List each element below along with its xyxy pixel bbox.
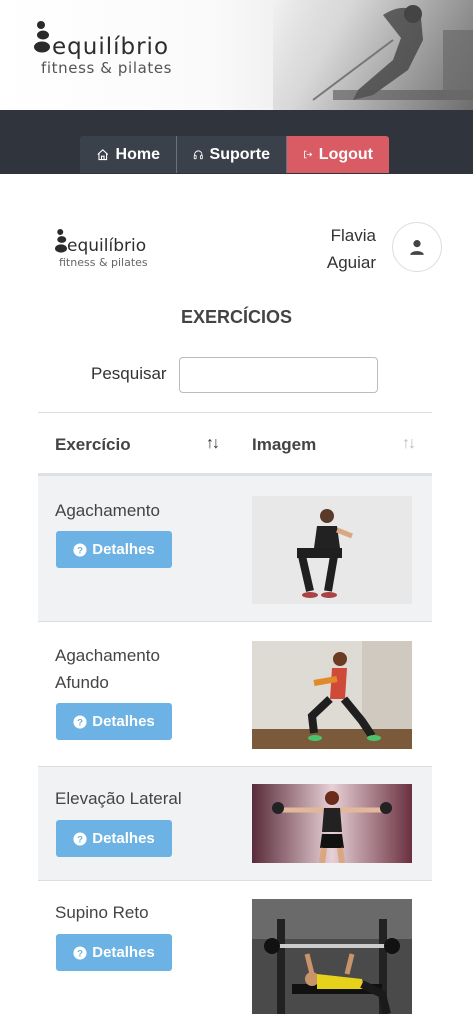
table-row: Supino Reto ? Detalhes: [38, 881, 432, 1014]
details-button[interactable]: ? Detalhes: [56, 820, 172, 857]
brand-name: equilíbrio: [52, 34, 170, 60]
exercises-table: Exercício ↑↓ Imagem ↑↓ Agachamento ? Det…: [38, 412, 432, 1014]
woman-squat-photo: [252, 496, 412, 604]
svg-text:?: ?: [77, 717, 83, 728]
user-first-name: Flavia: [330, 226, 376, 245]
details-label: Detalhes: [92, 944, 155, 961]
logout-icon: [304, 150, 313, 159]
details-button[interactable]: ? Detalhes: [56, 934, 172, 971]
details-label: Detalhes: [92, 541, 155, 558]
search-input[interactable]: [179, 357, 378, 393]
details-label: Detalhes: [92, 830, 155, 847]
page-title: EXERCÍCIOS: [180, 307, 293, 327]
sort-icon[interactable]: ↑↓: [402, 435, 416, 453]
table-row: Elevação Lateral ? Detalhes: [38, 767, 432, 881]
logo-stones-icon: [34, 21, 50, 53]
question-circle-icon: ?: [73, 542, 87, 557]
exercise-name: Agachamento: [55, 501, 160, 520]
svg-text:?: ?: [77, 834, 83, 845]
table-row: Agachamento ? Detalhes: [38, 476, 432, 622]
logo-stones-icon: [55, 229, 67, 253]
logout-label: Logout: [318, 145, 373, 163]
home-label: Home: [115, 145, 160, 163]
svg-text:?: ?: [77, 545, 83, 556]
pilates-banner-photo: [273, 0, 473, 110]
avatar[interactable]: [392, 222, 442, 272]
suporte-label: Suporte: [209, 145, 270, 163]
suporte-button[interactable]: Suporte: [177, 136, 287, 173]
header-banner: equilíbrio fitness & pilates: [0, 0, 473, 110]
brand-tagline-small: fitness & pilates: [59, 256, 148, 269]
user-name: Flavia Aguiar: [327, 222, 376, 276]
exercise-name: Supino Reto: [55, 903, 149, 922]
user-last-name: Aguiar: [326, 253, 376, 272]
brand-tagline: fitness & pilates: [41, 59, 173, 77]
svg-text:?: ?: [77, 948, 83, 959]
home-icon: [97, 149, 109, 161]
logout-button[interactable]: Logout: [287, 136, 389, 173]
home-button[interactable]: Home: [80, 136, 177, 173]
question-circle-icon: ?: [73, 945, 87, 960]
woman-lunge-photo: [252, 641, 412, 749]
details-label: Detalhes: [92, 713, 155, 730]
column-header-imagem[interactable]: Imagem: [252, 435, 316, 455]
brand-name-small: equilíbrio: [67, 236, 147, 256]
table-row: Agachamento Afundo ? Detalhes: [38, 622, 432, 767]
question-circle-icon: ?: [73, 714, 87, 729]
details-button[interactable]: ? Detalhes: [56, 531, 172, 568]
user-icon: [410, 240, 424, 255]
table-header: Exercício ↑↓ Imagem ↑↓: [38, 412, 432, 476]
details-button[interactable]: ? Detalhes: [56, 703, 172, 740]
search-label: Pesquisar: [91, 364, 167, 383]
sort-icon[interactable]: ↑↓: [206, 435, 220, 453]
man-bench-press-photo: [252, 899, 412, 1014]
headphones-icon: [193, 150, 203, 160]
exercise-name: Elevação Lateral: [55, 789, 182, 808]
navbar: Home Suporte Logout: [0, 110, 473, 174]
column-header-exercicio[interactable]: Exercício: [55, 435, 131, 455]
question-circle-icon: ?: [73, 831, 87, 846]
exercise-name: Agachamento Afundo: [55, 646, 160, 692]
woman-lateral-raise-photo: [252, 784, 412, 863]
